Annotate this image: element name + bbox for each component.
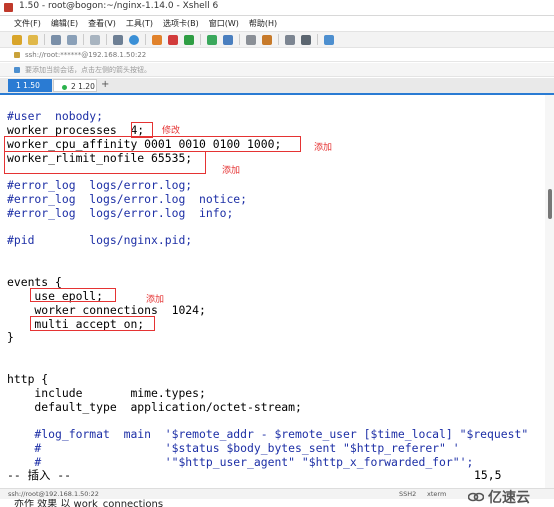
session-hint-bar: 要添加当前会话，点击左侧的箭头按钮。 [0, 63, 554, 77]
tab-session-2[interactable]: 2 1.20 [53, 79, 97, 92]
tab-label: 1 1.50 [16, 81, 40, 90]
menu-window[interactable]: 窗口(W) [209, 18, 239, 29]
properties-icon[interactable] [113, 34, 123, 45]
code-line: default_type application/octet-stream; [7, 400, 302, 414]
open-folder-icon[interactable] [28, 34, 38, 45]
toolbar-divider [106, 34, 107, 45]
lock-icon [14, 52, 20, 58]
code-line: http { [7, 372, 49, 386]
transparency-icon[interactable] [223, 34, 233, 45]
code-line: #user nobody; [7, 109, 104, 123]
layout-icon[interactable] [285, 34, 295, 45]
new-session-icon[interactable] [12, 34, 22, 45]
code-line: worker_processes 4; [7, 123, 145, 137]
script-icon[interactable] [262, 34, 272, 45]
code-line: #log_format main '$remote_addr - $remote… [7, 427, 529, 441]
annotation-box [4, 136, 301, 152]
terminal-area[interactable]: #user nobody; worker_processes 4; worker… [0, 95, 545, 488]
disconnect-icon[interactable] [67, 34, 77, 45]
menu-tab[interactable]: 选项卡(B) [163, 18, 199, 29]
toolbar-divider [278, 34, 279, 45]
menu-edit[interactable]: 编辑(E) [51, 18, 78, 29]
toolbar-divider [83, 34, 84, 45]
code-line: include mime.types; [7, 386, 206, 400]
code-line: # '"$http_user_agent" "$http_x_forwarded… [7, 455, 474, 469]
options-icon[interactable] [301, 34, 311, 45]
annotation-add: 添加 [222, 166, 241, 176]
code-line: #pid logs/nginx.pid; [7, 233, 193, 247]
status-protocol: SSH2 [399, 490, 417, 498]
code-line: worker_connections 1024; [7, 303, 206, 317]
fullscreen-icon[interactable] [207, 34, 217, 45]
reconnect-icon[interactable] [51, 34, 61, 45]
vim-mode-indicator: -- 插入 -- [7, 468, 71, 482]
keyboard-icon[interactable] [246, 34, 256, 45]
toolbar-divider [239, 34, 240, 45]
window-title: 1.50 - root@bogon:~/nginx-1.14.0 - Xshel… [19, 1, 219, 11]
annotation-box [30, 288, 116, 302]
toolbar-divider [44, 34, 45, 45]
code-line: #error_log logs/error.log info; [7, 206, 234, 220]
app-icon [4, 3, 13, 12]
toolbar [0, 31, 554, 48]
code-line: # '$status $body_bytes_sent "$http_refer… [7, 441, 460, 455]
title-bar: 1.50 - root@bogon:~/nginx-1.14.0 - Xshel… [0, 0, 554, 16]
code-line: #error_log logs/error.log notice; [7, 192, 248, 206]
info-icon [14, 66, 20, 73]
tab-session-1[interactable]: 1 1.50 [8, 79, 52, 92]
address-text: ssh://root:******@192.168.1.50:22 [25, 51, 147, 59]
address-bar[interactable]: ssh://root:******@192.168.1.50:22 [0, 49, 554, 62]
toolbar-divider [200, 34, 201, 45]
help-icon[interactable] [324, 34, 334, 45]
annotation-box [30, 316, 155, 331]
watermark-logo-icon [468, 492, 484, 502]
terminal-scrollbar[interactable] [545, 95, 554, 488]
search-icon[interactable] [90, 34, 100, 45]
tab-bar: 1 1.50 2 1.20 + [0, 78, 554, 95]
annotation-add: 添加 [146, 295, 165, 305]
status-terminal: xterm [427, 490, 447, 498]
cursor-position: 15,5 [474, 468, 502, 482]
menu-file[interactable]: 文件(F) [14, 18, 41, 29]
watermark-text: 亿速云 [488, 490, 530, 506]
annotation-box [4, 151, 206, 174]
tab-label: 2 1.20 [71, 82, 95, 91]
code-line: } [7, 330, 14, 344]
menu-tools[interactable]: 工具(T) [126, 18, 153, 29]
menu-view[interactable]: 查看(V) [88, 18, 116, 29]
code-line: #error_log logs/error.log; [7, 178, 193, 192]
toolbar-divider [317, 34, 318, 45]
add-tab-button[interactable]: + [101, 79, 109, 90]
hint-text: 要添加当前会话，点击左侧的箭头按钮。 [25, 65, 151, 74]
menu-bar: 文件(F) 编辑(E) 查看(V) 工具(T) 选项卡(B) 窗口(W) 帮助(… [0, 16, 554, 30]
tunnel-icon[interactable] [184, 34, 194, 45]
connected-dot-icon [62, 84, 67, 90]
globe-icon[interactable] [129, 34, 139, 45]
annotation-add: 添加 [314, 143, 333, 153]
toolbar-divider [145, 34, 146, 45]
menu-help[interactable]: 帮助(H) [249, 18, 277, 29]
highlight-icon[interactable] [152, 34, 162, 45]
status-connection: ssh://root@192.168.1.50:22 [8, 490, 99, 498]
annotation-modify: 修改 [162, 126, 181, 136]
watermark: 亿速云 [468, 487, 530, 507]
xftp-icon[interactable] [168, 34, 178, 45]
scroll-thumb[interactable] [548, 189, 552, 219]
code-line: events { [7, 275, 62, 289]
